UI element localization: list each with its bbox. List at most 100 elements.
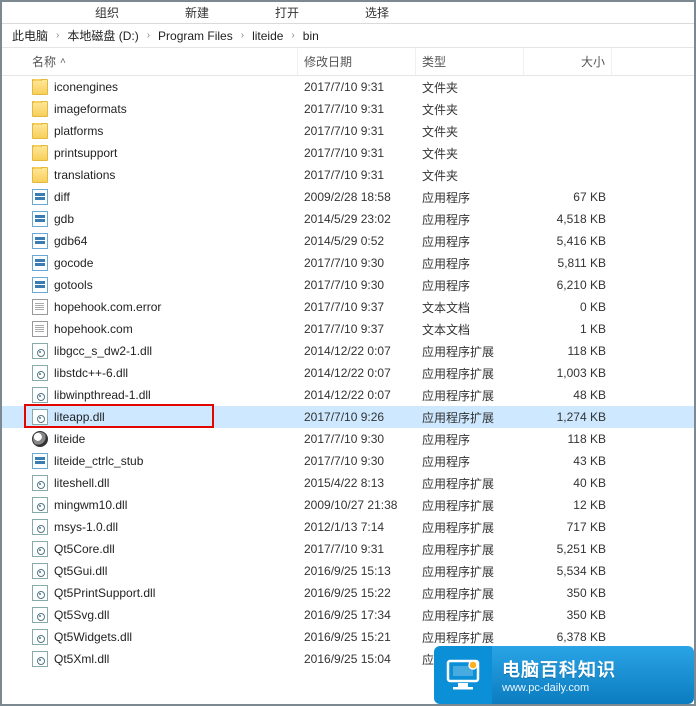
file-type: 文件夹 [416, 167, 524, 184]
dll-icon [32, 519, 48, 535]
file-row[interactable]: iconengines2017/7/10 9:31文件夹 [2, 76, 694, 98]
file-row[interactable]: hopehook.com2017/7/10 9:37文本文档1 KB [2, 318, 694, 340]
file-date: 2017/7/10 9:31 [298, 124, 416, 138]
file-row[interactable]: imageformats2017/7/10 9:31文件夹 [2, 98, 694, 120]
file-name: liteshell.dll [54, 476, 109, 490]
menubar: 组织 新建 打开 选择 [2, 2, 694, 24]
dll-icon [32, 387, 48, 403]
file-row[interactable]: gocode2017/7/10 9:30应用程序5,811 KB [2, 252, 694, 274]
file-row[interactable]: msys-1.0.dll2012/1/13 7:14应用程序扩展717 KB [2, 516, 694, 538]
file-row[interactable]: gotools2017/7/10 9:30应用程序6,210 KB [2, 274, 694, 296]
menu-new[interactable]: 新建 [152, 2, 242, 23]
file-row[interactable]: Qt5Gui.dll2016/9/25 15:13应用程序扩展5,534 KB [2, 560, 694, 582]
menu-select[interactable]: 选择 [332, 2, 422, 23]
file-name: liteapp.dll [54, 410, 105, 424]
chevron-right-icon[interactable]: › [239, 30, 246, 41]
file-row[interactable]: mingwm10.dll2009/10/27 21:38应用程序扩展12 KB [2, 494, 694, 516]
file-type: 应用程序扩展 [416, 541, 524, 558]
watermark-url: www.pc-daily.com [502, 682, 694, 694]
dll-icon [32, 343, 48, 359]
file-row[interactable]: liteapp.dll2017/7/10 9:26应用程序扩展1,274 KB [2, 406, 694, 428]
crumb-liteide[interactable]: liteide [246, 29, 289, 43]
file-name: Qt5PrintSupport.dll [54, 586, 155, 600]
chevron-right-icon[interactable]: › [145, 30, 152, 41]
file-size: 350 KB [524, 586, 612, 600]
file-row[interactable]: Qt5Core.dll2017/7/10 9:31应用程序扩展5,251 KB [2, 538, 694, 560]
file-date: 2016/9/25 15:21 [298, 630, 416, 644]
file-date: 2016/9/25 15:13 [298, 564, 416, 578]
file-size: 67 KB [524, 190, 612, 204]
file-date: 2016/9/25 15:22 [298, 586, 416, 600]
file-size: 5,534 KB [524, 564, 612, 578]
file-row[interactable]: Qt5Widgets.dll2016/9/25 15:21应用程序扩展6,378… [2, 626, 694, 648]
file-row[interactable]: Qt5PrintSupport.dll2016/9/25 15:22应用程序扩展… [2, 582, 694, 604]
file-date: 2017/7/10 9:37 [298, 300, 416, 314]
file-date: 2017/7/10 9:30 [298, 256, 416, 270]
file-list: iconengines 2017/7/10 9:31 文件夹 imageformats… [2, 76, 694, 670]
file-date: 2017/7/10 9:31 [298, 80, 416, 94]
file-row[interactable]: Qt5Svg.dll2016/9/25 17:34应用程序扩展350 KB [2, 604, 694, 626]
app-icon [32, 431, 48, 447]
file-size: 6,210 KB [524, 278, 612, 292]
column-header-type[interactable]: 类型 [416, 48, 524, 75]
monitor-icon [443, 655, 483, 695]
column-header-name[interactable]: 名称 ˄ [2, 48, 298, 75]
file-name: mingwm10.dll [54, 498, 127, 512]
file-name: libgcc_s_dw2-1.dll [54, 344, 152, 358]
file-type: 应用程序 [416, 277, 524, 294]
exe-icon [32, 211, 48, 227]
file-icon [32, 321, 48, 337]
file-name: iconengines [54, 80, 118, 94]
file-row[interactable]: diff2009/2/28 18:58应用程序67 KB [2, 186, 694, 208]
file-date: 2009/10/27 21:38 [298, 498, 416, 512]
file-size: 118 KB [524, 344, 612, 358]
file-row[interactable]: platforms2017/7/10 9:31文件夹 [2, 120, 694, 142]
file-row[interactable]: liteide2017/7/10 9:30应用程序118 KB [2, 428, 694, 450]
breadcrumb[interactable]: 此电脑 › 本地磁盘 (D:) › Program Files › liteid… [2, 24, 694, 48]
file-row[interactable]: printsupport2017/7/10 9:31文件夹 [2, 142, 694, 164]
menu-open[interactable]: 打开 [242, 2, 332, 23]
file-size: 12 KB [524, 498, 612, 512]
file-date: 2014/12/22 0:07 [298, 344, 416, 358]
file-size: 1,003 KB [524, 366, 612, 380]
file-type: 应用程序扩展 [416, 409, 524, 426]
file-row[interactable]: libstdc++-6.dll2014/12/22 0:07应用程序扩展1,00… [2, 362, 694, 384]
dll-icon [32, 563, 48, 579]
file-row[interactable]: liteide_ctrlc_stub2017/7/10 9:30应用程序43 K… [2, 450, 694, 472]
column-headers: 名称 ˄ 修改日期 类型 大小 [2, 48, 694, 76]
file-name: liteide [54, 432, 85, 446]
file-name: libstdc++-6.dll [54, 366, 128, 380]
chevron-right-icon[interactable]: › [289, 30, 296, 41]
file-row[interactable]: hopehook.com.error2017/7/10 9:37文本文档0 KB [2, 296, 694, 318]
file-date: 2014/12/22 0:07 [298, 388, 416, 402]
file-date: 2009/2/28 18:58 [298, 190, 416, 204]
file-size: 1 KB [524, 322, 612, 336]
watermark-title: 电脑百科知识 [502, 656, 694, 682]
file-row[interactable]: libgcc_s_dw2-1.dll 2014/12/22 0:07应用程序扩展1… [2, 340, 694, 362]
file-row[interactable]: translations2017/7/10 9:31文件夹 [2, 164, 694, 186]
file-type: 应用程序扩展 [416, 387, 524, 404]
file-date: 2017/7/10 9:37 [298, 322, 416, 336]
column-header-size[interactable]: 大小 [524, 48, 612, 75]
file-date: 2017/7/10 9:31 [298, 102, 416, 116]
file-type: 文本文档 [416, 299, 524, 316]
menu-organize[interactable]: 组织 [62, 2, 152, 23]
file-row[interactable]: libwinpthread-1.dll 2014/12/22 0:07应用程序扩展… [2, 384, 694, 406]
file-date: 2016/9/25 15:04 [298, 652, 416, 666]
file-size: 48 KB [524, 388, 612, 402]
crumb-bin[interactable]: bin [297, 29, 325, 43]
file-row[interactable]: gdb642014/5/29 0:52应用程序5,416 KB [2, 230, 694, 252]
column-header-date[interactable]: 修改日期 [298, 48, 416, 75]
crumb-program-files[interactable]: Program Files [152, 29, 239, 43]
chevron-right-icon[interactable]: › [54, 30, 61, 41]
file-row[interactable]: liteshell.dll2015/4/22 8:13应用程序扩展40 KB [2, 472, 694, 494]
file-type: 应用程序扩展 [416, 475, 524, 492]
crumb-this-pc[interactable]: 此电脑 [6, 27, 54, 44]
file-name: imageformats [54, 102, 127, 116]
file-name: libwinpthread-1.dll [54, 388, 151, 402]
file-row[interactable]: gdb2014/5/29 23:02应用程序4,518 KB [2, 208, 694, 230]
file-type: 应用程序扩展 [416, 343, 524, 360]
file-name: Qt5Gui.dll [54, 564, 107, 578]
crumb-drive[interactable]: 本地磁盘 (D:) [61, 27, 144, 44]
dll-icon [32, 365, 48, 381]
